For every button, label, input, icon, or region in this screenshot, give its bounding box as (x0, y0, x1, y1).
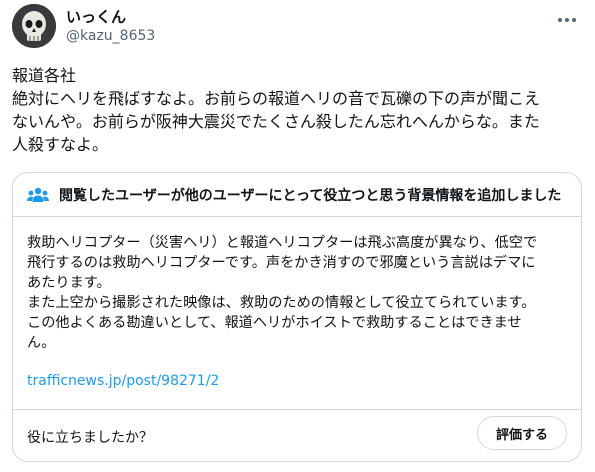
tweet-text: 報道各社 絶対にヘリを飛ばすなよ。お前らの報道ヘリの音で瓦礫の下の声が聞こえ な… (12, 64, 584, 156)
note-line: 救助ヘリコプター（災害ヘリ）と報道ヘリコプターは飛ぶ高度が異なり、低空で (27, 235, 538, 251)
more-dots-icon[interactable] (555, 10, 579, 30)
source-link[interactable]: trafficnews.jp/post/98271/2 (27, 373, 219, 389)
note-line: また上空から撮影された映像は、救助のための情報として役立てられています。 (27, 295, 536, 311)
author-display-name[interactable]: いっくん (66, 6, 126, 27)
helpful-question: 役に立ちましたか？ (27, 430, 153, 446)
community-note-card: 閲覧したユーザーが他のユーザーにとって役立つと思う背景情報を追加しました 救助ヘ… (12, 172, 582, 462)
community-note-header: 閲覧したユーザーが他のユーザーにとって役立つと思う背景情報を追加しました (13, 173, 581, 217)
note-line: この他よくある勘違いとして、報道ヘリがホイストで救助することはできませ (27, 315, 522, 331)
community-note-body: 救助ヘリコプター（災害ヘリ）と報道ヘリコプターは飛ぶ高度が異なり、低空で 飛行す… (27, 233, 571, 353)
rate-button[interactable]: 評価する (477, 416, 567, 450)
tweet-line: ないんや。お前らが阪神大震災でたくさん殺したん忘れへんからな。また (12, 112, 540, 131)
author-handle[interactable]: @kazu_8653 (66, 28, 155, 44)
tweet-line: 人殺すなよ。 (12, 135, 109, 154)
note-line: あたります。 (27, 275, 111, 291)
tweet-line: 報道各社 (12, 66, 77, 85)
avatar[interactable] (12, 4, 56, 48)
community-note-title: 閲覧したユーザーが他のユーザーにとって役立つと思う背景情報を追加しました (59, 187, 562, 204)
tweet-line: 絶対にヘリを飛ばすなよ。お前らの報道ヘリの音で瓦礫の下の声が聞こえ (12, 89, 541, 108)
note-line: 飛行するのは救助ヘリコプターです。声をかき消すので邪魔という言説はデマに (27, 255, 536, 271)
people-icon (27, 187, 49, 202)
note-line: ん。 (27, 335, 56, 351)
skull-avatar-icon (12, 4, 56, 48)
note-footer: 役に立ちましたか？ 評価する (13, 409, 581, 461)
